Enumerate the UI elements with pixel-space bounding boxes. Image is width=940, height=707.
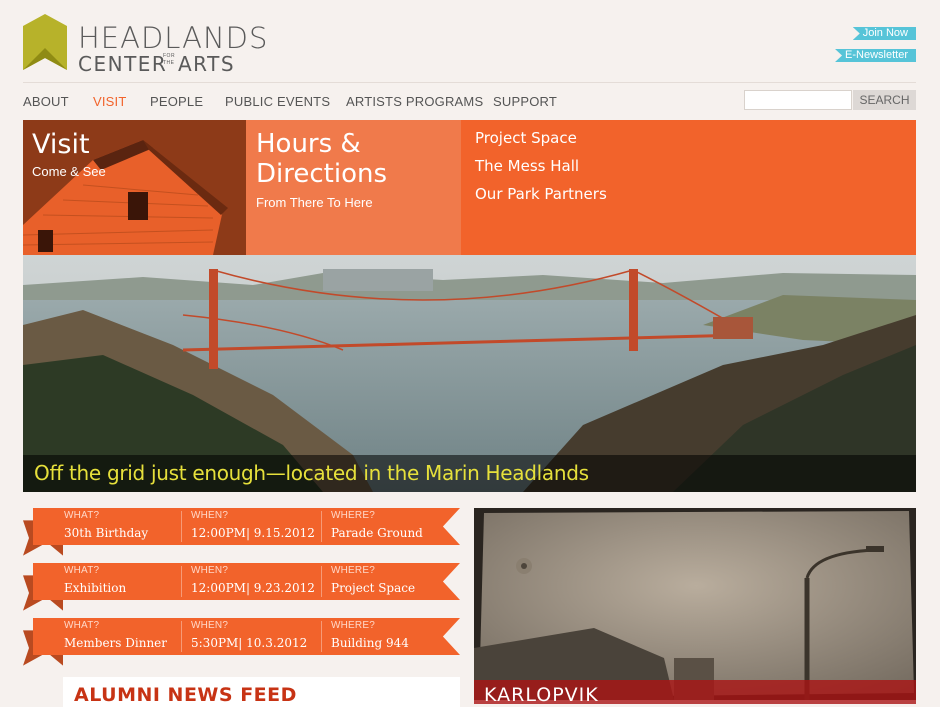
hero-caption: Off the grid just enough—located in the … — [34, 461, 589, 485]
featured-artwork-photo[interactable] — [474, 508, 916, 700]
event-where-label: WHERE? — [331, 510, 375, 521]
event-where: Project Space — [331, 581, 416, 595]
search-input[interactable] — [744, 90, 852, 110]
visit-links-panel: Project Space The Mess Hall Our Park Par… — [461, 120, 916, 255]
logo-mark-icon — [23, 14, 67, 70]
e-newsletter-button[interactable]: E-Newsletter — [835, 49, 916, 62]
featured-artwork-label-bar: KARLOPVIK — [474, 680, 916, 706]
nav-item-people[interactable]: PEOPLE — [150, 94, 203, 109]
link-project-space[interactable]: Project Space — [475, 129, 577, 147]
alumni-news-title: ALUMNI NEWS FEED — [74, 684, 297, 706]
hours-title-line2: Directions — [256, 159, 388, 189]
event-what: Members Dinner — [64, 636, 168, 650]
event-when-label: WHEN? — [191, 565, 229, 576]
hero-caption-bar: Off the grid just enough—located in the … — [23, 455, 916, 492]
event-divider — [321, 566, 322, 597]
logo-small-for: FOR — [163, 53, 176, 59]
event-row[interactable]: WHAT? 30th Birthday WHEN? 12:00PM| 9.15.… — [23, 508, 460, 564]
site-logo[interactable]: HEADLANDS CENTER FOR THE ARTS — [23, 14, 267, 76]
nav-item-about[interactable]: ABOUT — [23, 94, 69, 109]
event-where-label: WHERE? — [331, 620, 375, 631]
join-now-button[interactable]: Join Now — [852, 27, 916, 40]
logo-title: HEADLANDS — [78, 21, 269, 55]
event-where-label: WHERE? — [331, 565, 375, 576]
event-what-label: WHAT? — [64, 620, 100, 631]
event-when-label: WHEN? — [191, 510, 229, 521]
event-what-label: WHAT? — [64, 565, 100, 576]
event-divider — [181, 511, 182, 542]
hours-title-line1: Hours & — [256, 129, 361, 159]
event-what: Exhibition — [64, 581, 127, 595]
event-what: 30th Birthday — [64, 526, 149, 540]
logo-subtitle-center: CENTER — [78, 52, 168, 76]
hours-directions-panel[interactable]: Hours & Directions From There To Here — [246, 120, 461, 255]
event-divider — [321, 511, 322, 542]
link-mess-hall[interactable]: The Mess Hall — [475, 157, 579, 175]
event-divider — [181, 566, 182, 597]
event-where: Building 944 — [331, 636, 409, 650]
logo-small-the: THE — [163, 60, 175, 66]
link-park-partners[interactable]: Our Park Partners — [475, 185, 607, 203]
search-button[interactable]: SEARCH — [853, 90, 916, 110]
event-row[interactable]: WHAT? Members Dinner WHEN? 5:30PM| 10.3.… — [23, 618, 460, 674]
featured-artwork-label: KARLOPVIK — [484, 684, 599, 706]
visit-panel[interactable]: Visit Come & See — [23, 120, 246, 255]
visit-title: Visit — [32, 129, 90, 160]
header-divider — [23, 82, 916, 83]
nav-item-artists-programs[interactable]: ARTISTS PROGRAMS — [346, 94, 483, 109]
event-when-label: WHEN? — [191, 620, 229, 631]
visit-subtitle: Come & See — [32, 164, 106, 179]
event-what-label: WHAT? — [64, 510, 100, 521]
logo-subtitle-arts: ARTS — [178, 52, 236, 76]
nav-item-support[interactable]: SUPPORT — [493, 94, 557, 109]
event-divider — [321, 621, 322, 652]
event-when: 12:00PM| 9.15.2012 — [191, 526, 315, 540]
event-row[interactable]: WHAT? Exhibition WHEN? 12:00PM| 9.23.201… — [23, 563, 460, 619]
nav-item-visit[interactable]: VISIT — [93, 94, 127, 109]
event-when: 12:00PM| 9.23.2012 — [191, 581, 315, 595]
alumni-news-feed: ALUMNI NEWS FEED — [63, 677, 460, 707]
nav-item-public-events[interactable]: PUBLIC EVENTS — [225, 94, 330, 109]
hours-subtitle: From There To Here — [256, 195, 373, 210]
event-where: Parade Ground — [331, 526, 423, 540]
event-when: 5:30PM| 10.3.2012 — [191, 636, 308, 650]
event-divider — [181, 621, 182, 652]
